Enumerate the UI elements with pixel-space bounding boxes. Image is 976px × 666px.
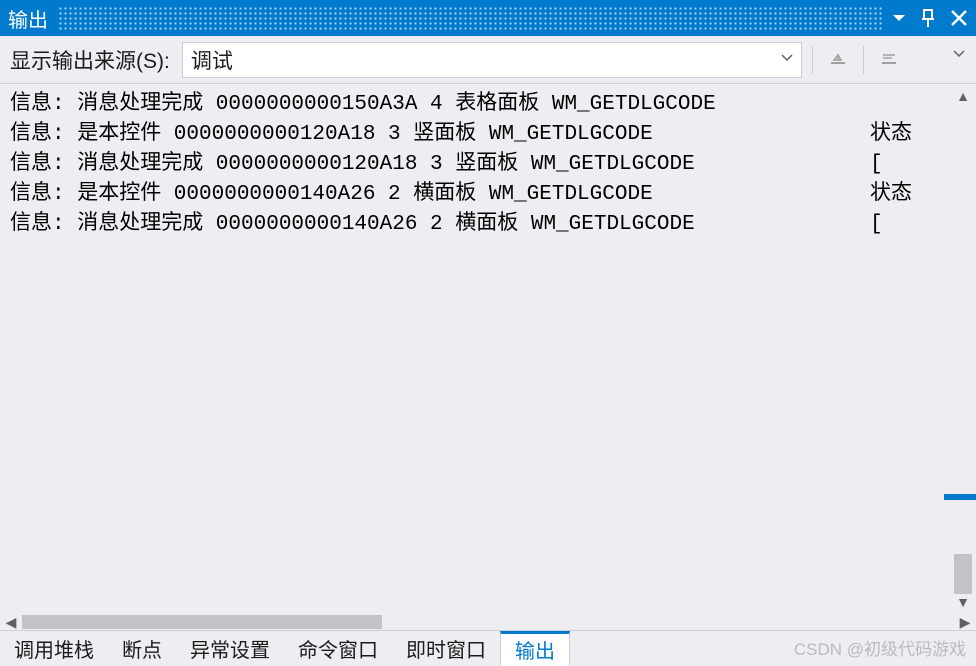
output-line-text: 信息: 是本控件 0000000000140A26 2 横面板 WM_GETDL… (10, 180, 870, 210)
tab-异常设置[interactable]: 异常设置 (176, 631, 284, 666)
tab-调用堆栈[interactable]: 调用堆栈 (0, 631, 108, 666)
scroll-marker (944, 494, 976, 500)
hscroll-thumb[interactable] (22, 615, 382, 629)
output-line-text: 信息: 消息处理完成 0000000000120A18 3 竖面板 WM_GET… (10, 150, 870, 180)
output-line[interactable]: 信息: 消息处理完成 0000000000120A18 3 竖面板 WM_GET… (10, 150, 966, 180)
dropdown-icon[interactable] (892, 11, 906, 25)
output-line[interactable]: 信息: 是本控件 0000000000140A26 2 横面板 WM_GETDL… (10, 180, 966, 210)
close-icon[interactable] (950, 9, 968, 27)
tab-即时窗口[interactable]: 即时窗口 (392, 631, 500, 666)
horizontal-scrollbar[interactable]: ◀ ▶ (0, 614, 976, 630)
tab-命令窗口[interactable]: 命令窗口 (284, 631, 392, 666)
titlebar: 输出 (0, 0, 976, 36)
scroll-up-icon[interactable]: ▲ (956, 88, 970, 104)
output-line-text: 信息: 消息处理完成 0000000000150A3A 4 表格面板 WM_GE… (10, 90, 870, 120)
scroll-left-icon[interactable]: ◀ (4, 614, 18, 631)
output-line[interactable]: 信息: 消息处理完成 0000000000150A3A 4 表格面板 WM_GE… (10, 90, 966, 120)
scroll-track[interactable] (950, 104, 976, 594)
vertical-scrollbar[interactable]: ▲ ▼ (950, 84, 976, 614)
scroll-thumb[interactable] (954, 554, 972, 594)
toolbar-separator (863, 46, 864, 74)
output-line[interactable]: 信息: 是本控件 0000000000120A18 3 竖面板 WM_GETDL… (10, 120, 966, 150)
scroll-down-icon[interactable]: ▼ (956, 594, 970, 610)
output-source-combo[interactable]: 调试 (182, 42, 802, 78)
chevron-down-icon (781, 51, 793, 69)
output-line-extra: 状态 (870, 180, 930, 210)
output-line-text: 信息: 消息处理完成 0000000000140A26 2 横面板 WM_GET… (10, 210, 870, 240)
output-line-extra: [ (870, 150, 930, 180)
output-area: 信息: 消息处理完成 0000000000150A3A 4 表格面板 WM_GE… (0, 84, 976, 614)
tabbar: 调用堆栈断点异常设置命令窗口即时窗口输出 CSDN @初级代码游戏 (0, 630, 976, 666)
output-line[interactable]: 信息: 消息处理完成 0000000000140A26 2 横面板 WM_GET… (10, 210, 966, 240)
toggle-wrap-button[interactable] (874, 45, 904, 75)
watermark: CSDN @初级代码游戏 (794, 635, 966, 660)
output-line-extra: [ (870, 210, 930, 240)
tab-断点[interactable]: 断点 (108, 631, 176, 666)
output-line-extra: 状态 (870, 120, 930, 150)
overflow-icon[interactable] (950, 44, 970, 64)
scroll-right-icon[interactable]: ▶ (958, 614, 972, 631)
combo-selected-value: 调试 (191, 45, 781, 75)
output-line-text: 信息: 是本控件 0000000000120A18 3 竖面板 WM_GETDL… (10, 120, 870, 150)
hscroll-track[interactable] (22, 615, 954, 629)
toolbar-separator (812, 46, 813, 74)
clear-output-button[interactable] (823, 45, 853, 75)
output-source-label: 显示输出来源(S): (10, 45, 170, 75)
pin-icon[interactable] (920, 8, 936, 28)
titlebar-grip[interactable] (58, 6, 882, 30)
output-text[interactable]: 信息: 消息处理完成 0000000000150A3A 4 表格面板 WM_GE… (0, 84, 976, 246)
toolbar: 显示输出来源(S): 调试 (0, 36, 976, 84)
panel-title: 输出 (8, 4, 48, 33)
output-line-extra (870, 90, 930, 120)
tab-输出[interactable]: 输出 (500, 631, 570, 666)
